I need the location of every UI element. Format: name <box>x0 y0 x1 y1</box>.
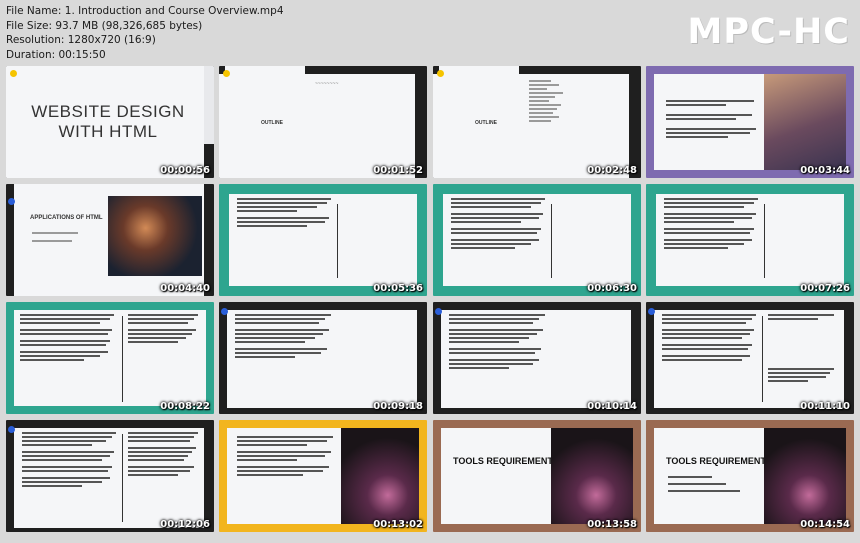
thumbnail-9[interactable]: 00:08:22 <box>6 302 214 414</box>
thumbnail-15[interactable]: TOOLS REQUIREMENT 00:13:58 <box>433 420 641 532</box>
blue-dot-icon <box>8 426 15 433</box>
thumbnail-16[interactable]: TOOLS REQUIREMENT 00:14:54 <box>646 420 854 532</box>
thumbnail-11[interactable]: 00:10:14 <box>433 302 641 414</box>
slide-title: APPLICATIONS OF HTML <box>30 215 103 221</box>
timestamp: 00:11:10 <box>800 401 850 412</box>
file-name: File Name: 1. Introduction and Course Ov… <box>6 5 284 17</box>
slide-title: TOOLS REQUIREMENT <box>453 456 553 466</box>
blue-dot-icon <box>648 308 655 315</box>
timestamp: 00:00:56 <box>160 165 210 176</box>
thumbnail-7[interactable]: 00:06:30 <box>433 184 641 296</box>
file-size: File Size: 93.7 MB (98,326,685 bytes) <box>6 19 203 32</box>
timestamp: 00:09:18 <box>373 401 423 412</box>
resolution: Resolution: 1280x720 (16:9) <box>6 34 156 46</box>
slide-title: TOOLS REQUIREMENT <box>666 456 766 466</box>
timestamp: 00:03:44 <box>800 165 850 176</box>
outline-label: OUTLINE <box>261 120 283 126</box>
thumbnail-grid: WEBSITE DESIGN WITH HTML 00:00:56 OUTLIN… <box>6 66 856 538</box>
timestamp: 00:13:02 <box>373 519 423 530</box>
timestamp: 00:05:36 <box>373 283 423 294</box>
thumbnail-5[interactable]: APPLICATIONS OF HTML 00:04:40 <box>6 184 214 296</box>
blue-dot-icon <box>8 198 15 205</box>
timestamp: 00:10:14 <box>587 401 637 412</box>
thumbnail-12[interactable]: 00:11:10 <box>646 302 854 414</box>
timestamp: 00:07:26 <box>800 283 850 294</box>
laptop-photo <box>764 428 846 524</box>
thumbnail-10[interactable]: 00:09:18 <box>219 302 427 414</box>
outline-label: OUTLINE <box>475 120 497 126</box>
team-photo <box>764 74 846 170</box>
duration: Duration: 00:15:50 <box>6 48 106 61</box>
timestamp: 00:01:52 <box>373 165 423 176</box>
thumbnail-4[interactable]: 00:03:44 <box>646 66 854 178</box>
laptop-photo <box>551 428 633 524</box>
timestamp: 00:06:30 <box>587 283 637 294</box>
thumbnail-6[interactable]: 00:05:36 <box>219 184 427 296</box>
mpc-hc-logo: MPC-HC <box>687 12 850 52</box>
yellow-dot-icon <box>10 70 17 77</box>
file-info-header: File Name: 1. Introduction and Course Ov… <box>6 4 406 62</box>
thumbnail-13[interactable]: 00:12:06 <box>6 420 214 532</box>
yellow-dot-icon <box>437 70 444 77</box>
timestamp: 00:04:40 <box>160 283 210 294</box>
thumbnail-2[interactable]: OUTLINE ~~~~~~~~ 00:01:52 <box>219 66 427 178</box>
woman-laptop-photo <box>108 196 202 276</box>
blue-dot-icon <box>435 308 442 315</box>
laptop-photo <box>341 428 419 524</box>
timestamp: 00:12:06 <box>160 519 210 530</box>
thumbnail-8[interactable]: 00:07:26 <box>646 184 854 296</box>
timestamp: 00:02:48 <box>587 165 637 176</box>
slide-title: WEBSITE DESIGN WITH HTML <box>31 102 185 141</box>
blue-dot-icon <box>221 308 228 315</box>
thumbnail-3[interactable]: OUTLINE 00:02:48 <box>433 66 641 178</box>
timestamp: 00:08:22 <box>160 401 210 412</box>
timestamp: 00:14:54 <box>800 519 850 530</box>
yellow-dot-icon <box>223 70 230 77</box>
thumbnail-1[interactable]: WEBSITE DESIGN WITH HTML 00:00:56 <box>6 66 214 178</box>
thumbnail-14[interactable]: 00:13:02 <box>219 420 427 532</box>
timestamp: 00:13:58 <box>587 519 637 530</box>
